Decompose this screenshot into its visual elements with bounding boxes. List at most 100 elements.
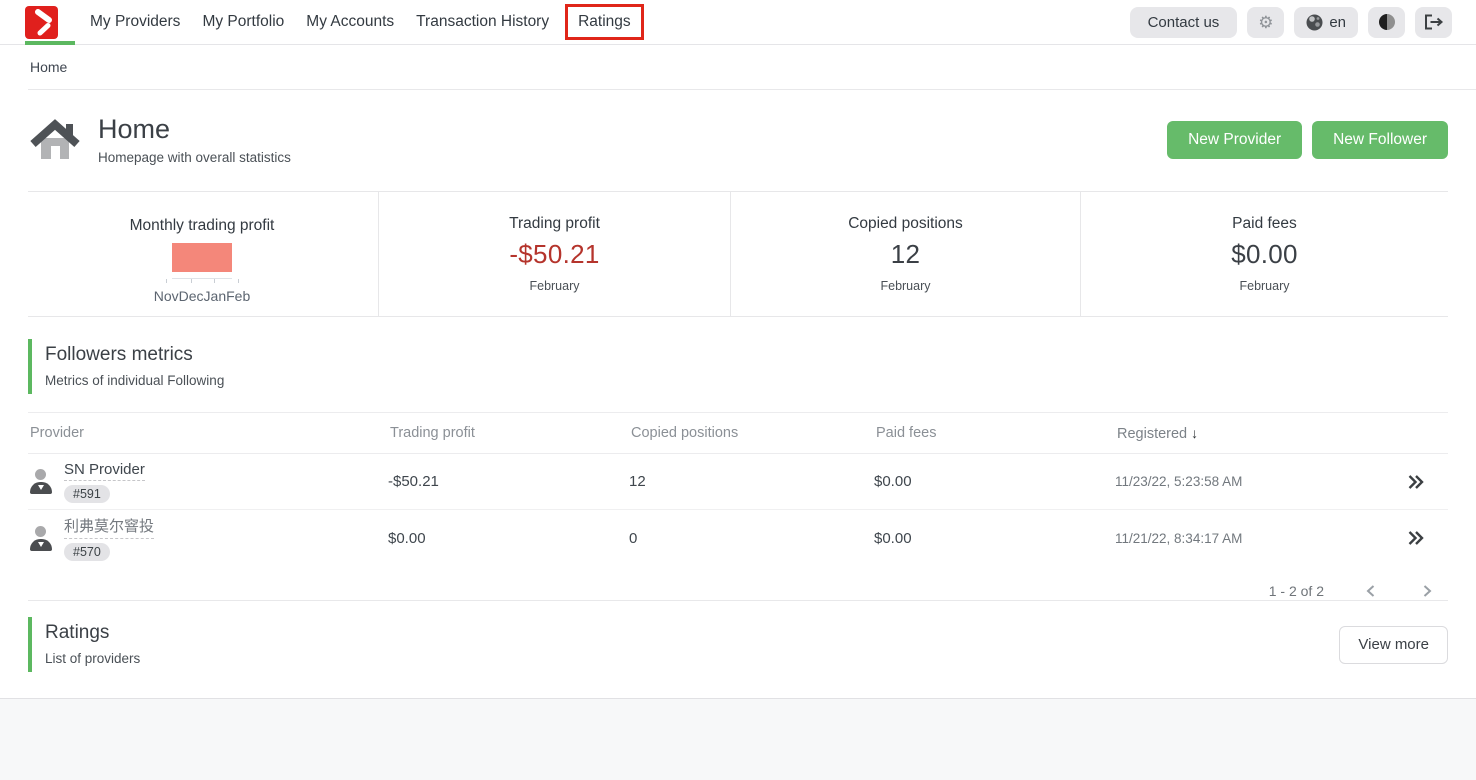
header-buttons: New Provider New Follower bbox=[1167, 121, 1448, 159]
provider-id-badge: #570 bbox=[64, 543, 110, 561]
provider-name-link[interactable]: 利弗莫尔窨投 bbox=[64, 515, 154, 539]
sort-descending-icon: ↓ bbox=[1191, 425, 1198, 441]
followers-metrics-heading: Followers metrics Metrics of individual … bbox=[28, 339, 1448, 394]
contact-us-button[interactable]: Contact us bbox=[1130, 7, 1238, 38]
contrast-icon bbox=[1379, 14, 1395, 30]
followers-metrics-table: Provider Trading profit Copied positions… bbox=[28, 412, 1448, 566]
overall-statistics-strip: Monthly trading profit NovDecJanFeb Trad… bbox=[28, 191, 1448, 317]
ratings-divider bbox=[28, 600, 1448, 601]
globe-icon bbox=[1306, 14, 1323, 31]
stat-title: Paid fees bbox=[1232, 215, 1297, 233]
table-row: SN Provider #591 -$50.21 12 $0.00 11/23/… bbox=[28, 454, 1448, 510]
column-header-registered-label: Registered bbox=[1117, 426, 1187, 442]
home-icon bbox=[30, 117, 80, 163]
provider-avatar-icon bbox=[30, 469, 52, 494]
stat-title: Trading profit bbox=[509, 215, 600, 233]
section-subtitle: List of providers bbox=[45, 651, 140, 666]
breadcrumb-home-link[interactable]: Home bbox=[30, 59, 67, 75]
provider-id-badge: #591 bbox=[64, 485, 110, 503]
chart-title: Monthly trading profit bbox=[130, 217, 275, 235]
cell-trading-profit: -$50.21 bbox=[388, 473, 629, 490]
page-title-block: Home Homepage with overall statistics bbox=[98, 114, 291, 165]
brand-logo-icon[interactable] bbox=[25, 6, 58, 39]
ratings-section: Ratings List of providers View more bbox=[28, 617, 1448, 672]
row-details-button[interactable] bbox=[1402, 526, 1448, 550]
top-navigation-bar: My Providers My Portfolio My Accounts Tr… bbox=[0, 0, 1476, 45]
logout-icon bbox=[1424, 14, 1444, 30]
settings-button[interactable]: ⚙ bbox=[1247, 7, 1284, 38]
stat-period: February bbox=[880, 279, 930, 293]
logout-button[interactable] bbox=[1415, 7, 1452, 38]
column-header-copied-positions[interactable]: Copied positions bbox=[629, 425, 874, 441]
table-header-row: Provider Trading profit Copied positions… bbox=[28, 412, 1448, 454]
chart-tick-feb: Feb bbox=[226, 279, 250, 304]
cell-paid-fees: $0.00 bbox=[874, 530, 1115, 547]
language-label: en bbox=[1329, 14, 1346, 31]
section-title: Ratings bbox=[45, 622, 140, 644]
provider-cell: SN Provider #591 bbox=[28, 461, 388, 503]
column-header-paid-fees[interactable]: Paid fees bbox=[874, 425, 1115, 441]
language-button[interactable]: en bbox=[1294, 7, 1358, 38]
stat-title: Copied positions bbox=[848, 215, 963, 233]
chart-tick-nov: Nov bbox=[154, 279, 179, 304]
stat-period: February bbox=[529, 279, 579, 293]
nav-item-ratings[interactable]: Ratings bbox=[578, 13, 631, 30]
nav-item-my-portfolio[interactable]: My Portfolio bbox=[194, 13, 292, 31]
cell-trading-profit: $0.00 bbox=[388, 530, 629, 547]
column-header-trading-profit[interactable]: Trading profit bbox=[388, 425, 629, 441]
stat-trading-profit: Trading profit -$50.21 February bbox=[378, 192, 730, 316]
stat-paid-fees: Paid fees $0.00 February bbox=[1080, 192, 1448, 316]
cell-paid-fees: $0.00 bbox=[874, 473, 1115, 490]
view-more-button[interactable]: View more bbox=[1339, 626, 1448, 664]
chart-tick-dec: Dec bbox=[179, 279, 204, 304]
stat-period: February bbox=[1239, 279, 1289, 293]
row-details-button[interactable] bbox=[1402, 470, 1448, 494]
cell-registered: 11/21/22, 8:34:17 AM bbox=[1115, 531, 1402, 546]
ratings-heading: Ratings List of providers bbox=[28, 617, 140, 672]
theme-toggle-button[interactable] bbox=[1368, 7, 1405, 38]
double-chevron-right-icon bbox=[1406, 530, 1425, 546]
chart-labels: NovDecJanFeb bbox=[154, 279, 251, 304]
nav-item-transaction-history[interactable]: Transaction History bbox=[408, 13, 557, 31]
new-follower-button[interactable]: New Follower bbox=[1312, 121, 1448, 159]
chevron-right-icon bbox=[1420, 584, 1434, 598]
section-title: Followers metrics bbox=[45, 344, 1448, 366]
provider-avatar-icon bbox=[30, 526, 52, 551]
monthly-trading-profit-chart: Monthly trading profit NovDecJanFeb bbox=[28, 192, 378, 316]
gear-icon: ⚙ bbox=[1258, 14, 1273, 31]
active-nav-indicator bbox=[25, 41, 75, 45]
pagination-range-label: 1 - 2 of 2 bbox=[1269, 583, 1324, 599]
nav-item-my-providers[interactable]: My Providers bbox=[82, 13, 188, 31]
page-subtitle: Homepage with overall statistics bbox=[98, 150, 291, 165]
section-subtitle: Metrics of individual Following bbox=[45, 373, 1448, 388]
cell-registered: 11/23/22, 5:23:58 AM bbox=[1115, 474, 1402, 489]
column-header-provider[interactable]: Provider bbox=[28, 425, 388, 441]
pagination: 1 - 2 of 2 bbox=[28, 582, 1436, 600]
stat-copied-positions: Copied positions 12 February bbox=[730, 192, 1080, 316]
top-actions: Contact us ⚙ en bbox=[1130, 7, 1452, 38]
nav-item-my-accounts[interactable]: My Accounts bbox=[298, 13, 402, 31]
table-row: 利弗莫尔窨投 #570 $0.00 0 $0.00 11/21/22, 8:34… bbox=[28, 510, 1448, 566]
page-title: Home bbox=[98, 114, 291, 145]
double-chevron-right-icon bbox=[1406, 474, 1425, 490]
pagination-next-button[interactable] bbox=[1418, 582, 1436, 600]
chart-tick-jan: Jan bbox=[204, 279, 227, 304]
pagination-prev-button[interactable] bbox=[1362, 582, 1380, 600]
breadcrumb: Home bbox=[0, 45, 1476, 89]
stat-value: $0.00 bbox=[1231, 239, 1298, 270]
provider-cell: 利弗莫尔窨投 #570 bbox=[28, 515, 388, 561]
main-nav: My Providers My Portfolio My Accounts Tr… bbox=[82, 4, 644, 40]
provider-name-link[interactable]: SN Provider bbox=[64, 461, 145, 481]
ratings-annotation-box: Ratings bbox=[565, 4, 644, 40]
cell-copied-positions: 12 bbox=[629, 473, 874, 490]
chevron-left-icon bbox=[1364, 584, 1378, 598]
chart-column-feb bbox=[172, 239, 232, 278]
footer-strip bbox=[0, 698, 1476, 780]
column-header-registered[interactable]: Registered↓ bbox=[1115, 425, 1402, 442]
stat-value: -$50.21 bbox=[509, 239, 599, 270]
new-provider-button[interactable]: New Provider bbox=[1167, 121, 1302, 159]
chart-plot bbox=[172, 239, 232, 279]
stat-value: 12 bbox=[891, 239, 921, 270]
page-header: Home Homepage with overall statistics Ne… bbox=[0, 90, 1476, 191]
chart-bar-feb bbox=[172, 243, 232, 272]
